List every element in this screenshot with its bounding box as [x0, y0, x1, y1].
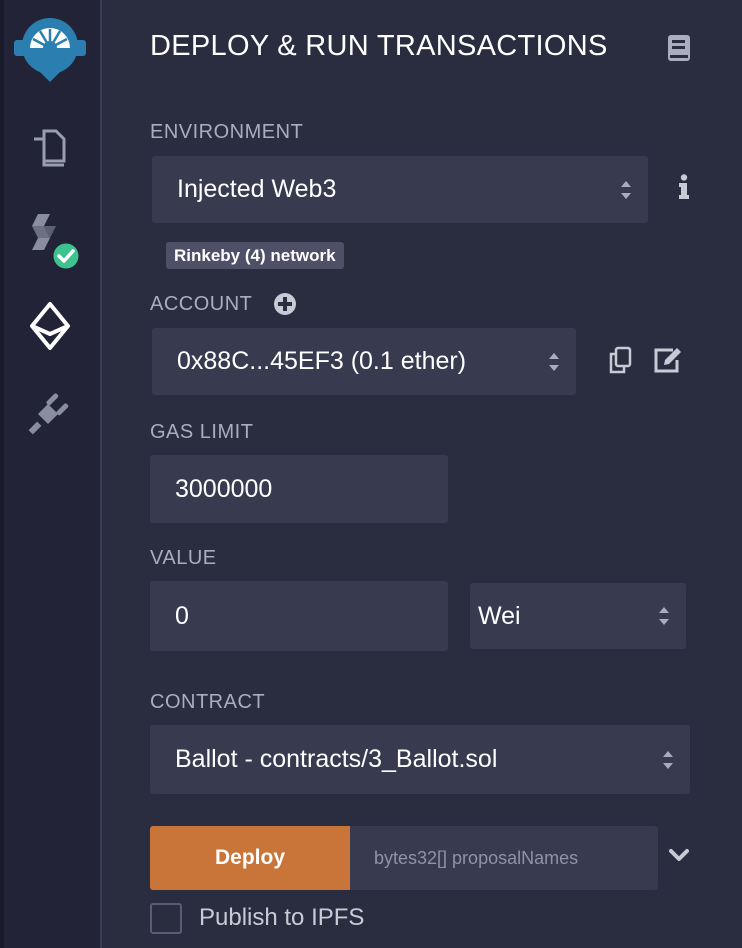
account-select[interactable]: 0x88C...45EF3 (0.1 ether) — [152, 328, 576, 395]
info-icon[interactable] — [678, 174, 690, 205]
network-badge: Rinkeby (4) network — [166, 242, 344, 269]
select-arrows-icon — [659, 607, 669, 625]
deploy-button[interactable]: Deploy — [150, 826, 350, 890]
contract-label: CONTRACT — [150, 691, 266, 713]
value-unit: Wei — [478, 601, 521, 630]
panel-title: DEPLOY & RUN TRANSACTIONS — [150, 30, 608, 62]
select-arrows-icon — [549, 352, 559, 371]
value-amount: 0 — [175, 601, 189, 630]
gas-limit-input[interactable]: 3000000 — [150, 455, 448, 523]
book-icon[interactable] — [667, 34, 691, 67]
value-input[interactable]: 0 — [150, 581, 448, 651]
contract-select[interactable]: Ballot - contracts/3_Ballot.sol — [150, 725, 690, 794]
gas-limit-label: GAS LIMIT — [150, 421, 254, 443]
account-value: 0x88C...45EF3 (0.1 ether) — [177, 347, 467, 375]
chevron-down-icon[interactable] — [668, 848, 690, 869]
gas-limit-value: 3000000 — [175, 474, 273, 503]
check-circle-icon — [50, 240, 80, 272]
copy-icon[interactable] — [608, 346, 632, 379]
value-label: VALUE — [150, 547, 217, 569]
file-explorer-icon[interactable] — [0, 126, 100, 170]
contract-value: Ballot - contracts/3_Ballot.sol — [175, 745, 498, 773]
remix-logo-icon[interactable] — [0, 10, 100, 90]
icon-sidebar — [0, 0, 102, 948]
constructor-args-input[interactable]: bytes32[] proposalNames — [350, 826, 658, 890]
publish-ipfs-checkbox[interactable] — [150, 903, 182, 934]
environment-label: ENVIRONMENT — [150, 121, 304, 143]
publish-ipfs-label: Publish to IPFS — [199, 904, 365, 931]
plus-circle-icon[interactable] — [273, 292, 297, 321]
deploy-run-panel: DEPLOY & RUN TRANSACTIONS ENVIRONMENT In… — [104, 0, 742, 948]
environment-select[interactable]: Injected Web3 — [152, 156, 648, 223]
account-label: ACCOUNT — [150, 293, 253, 315]
select-arrows-icon — [621, 180, 631, 199]
edit-icon[interactable] — [653, 346, 683, 379]
plugin-icon[interactable] — [0, 388, 100, 436]
value-unit-select[interactable]: Wei — [470, 583, 686, 649]
solidity-compiler-icon[interactable] — [0, 212, 100, 274]
ethereum-deploy-icon[interactable] — [0, 300, 100, 352]
environment-value: Injected Web3 — [177, 175, 337, 203]
select-arrows-icon — [663, 750, 673, 769]
